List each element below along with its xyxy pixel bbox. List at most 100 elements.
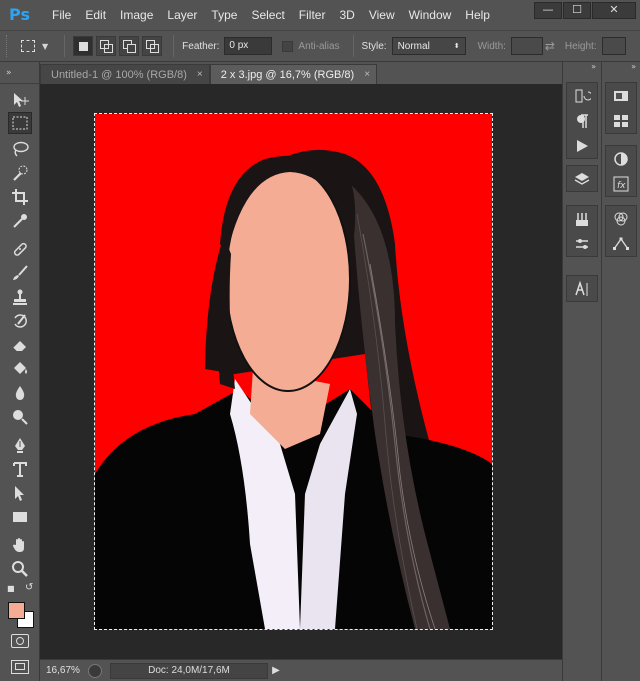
updown-icon: ⬍: [453, 43, 460, 50]
panel-group-7: [605, 205, 637, 257]
height-input[interactable]: [601, 37, 626, 55]
dodge-icon[interactable]: [8, 406, 32, 428]
antialias-checkbox[interactable]: [282, 40, 294, 52]
menu-file[interactable]: File: [45, 0, 78, 30]
menu-layer[interactable]: Layer: [160, 0, 204, 30]
panel-dock-right: » fx: [601, 62, 640, 681]
panel-dock-left: »: [562, 62, 600, 681]
status-bar: 16,67% Doc: 24,0M/17,6M ▶: [40, 659, 562, 681]
close-button[interactable]: ✕: [592, 2, 636, 19]
status-info-icon[interactable]: [88, 663, 102, 678]
photoshop-logo: Ps: [9, 5, 30, 24]
intersect-selection-button[interactable]: [142, 36, 163, 56]
zoom-level[interactable]: 16,67%: [40, 665, 88, 676]
width-input[interactable]: [510, 37, 543, 55]
marquee-icon[interactable]: [8, 112, 32, 134]
menu-view[interactable]: View: [362, 0, 402, 30]
menu-3d[interactable]: 3D: [332, 0, 361, 30]
brush-presets-icon[interactable]: [567, 206, 597, 231]
tool-preset-picker[interactable]: [18, 37, 38, 55]
portrait-image: [95, 114, 492, 629]
feather-label: Feather:: [182, 40, 220, 52]
style-label: Style:: [361, 40, 387, 52]
actions-play-icon[interactable]: [567, 133, 597, 158]
history-icon[interactable]: [567, 83, 597, 108]
layers-icon[interactable]: [567, 166, 597, 191]
document-tabs: Untitled-1 @ 100% (RGB/8) × 2 x 3.jpg @ …: [40, 62, 562, 84]
eyedropper-icon[interactable]: [8, 210, 32, 232]
paths-icon[interactable]: [606, 231, 636, 256]
crop-icon[interactable]: [8, 186, 32, 208]
blur-icon[interactable]: [8, 382, 32, 404]
minimize-button[interactable]: —: [534, 2, 562, 19]
character-icon[interactable]: [567, 276, 597, 301]
color-icon[interactable]: [606, 83, 636, 108]
screen-mode-icon[interactable]: [11, 660, 29, 674]
tools-collapse[interactable]: »: [0, 62, 39, 84]
tab-2x3-jpg[interactable]: 2 x 3.jpg @ 16,7% (RGB/8) ×: [209, 64, 378, 84]
tab-untitled-1[interactable]: Untitled-1 @ 100% (RGB/8) ×: [40, 64, 210, 84]
quick-select-icon[interactable]: [8, 162, 32, 184]
options-grip[interactable]: [6, 35, 10, 57]
path-select-icon[interactable]: [8, 482, 32, 504]
swap-colors-icon[interactable]: ↺: [25, 582, 33, 593]
feather-input[interactable]: 0 px: [224, 37, 273, 55]
swap-icon[interactable]: ⇄: [543, 39, 557, 53]
hand-icon[interactable]: [8, 534, 32, 556]
tab-label: Untitled-1 @ 100% (RGB/8): [51, 68, 187, 81]
adjustments-icon[interactable]: [606, 146, 636, 171]
healing-icon[interactable]: [8, 238, 32, 260]
menu-select[interactable]: Select: [244, 0, 291, 30]
paragraph-icon[interactable]: [567, 108, 597, 133]
width-label: Width:: [477, 40, 506, 52]
bucket-icon[interactable]: [8, 358, 32, 380]
panel-group-4: [566, 275, 598, 302]
style-select[interactable]: Normal ⬍: [391, 37, 466, 55]
maximize-button[interactable]: ☐: [563, 2, 591, 19]
panel-group-3: [566, 205, 598, 257]
menu-help[interactable]: Help: [458, 0, 497, 30]
status-menu-arrow[interactable]: ▶: [268, 663, 284, 679]
rect-marquee-icon: [21, 40, 35, 52]
new-selection-button[interactable]: [73, 36, 94, 56]
menu-window[interactable]: Window: [402, 0, 459, 30]
menu-filter[interactable]: Filter: [292, 0, 333, 30]
antialias-label: Anti-alias: [298, 40, 340, 52]
dock-collapse[interactable]: »: [563, 62, 600, 72]
panel-group-2: [566, 165, 598, 192]
pen-icon[interactable]: [8, 434, 32, 456]
close-icon[interactable]: ×: [364, 69, 370, 80]
stamp-icon[interactable]: [8, 286, 32, 308]
styles-fx-icon[interactable]: fx: [606, 171, 636, 196]
type-icon[interactable]: [8, 458, 32, 480]
brush-icon[interactable]: [8, 262, 32, 284]
lasso-icon[interactable]: [8, 138, 32, 160]
panel-group-5: [605, 82, 637, 134]
menu-image[interactable]: Image: [113, 0, 160, 30]
document-canvas[interactable]: [95, 114, 492, 629]
move-icon[interactable]: [8, 89, 32, 111]
default-colors-icon[interactable]: ■: [7, 584, 15, 593]
divider: [64, 35, 66, 57]
tools-panel: » ■ ↺: [0, 62, 40, 681]
close-icon[interactable]: ×: [197, 69, 203, 80]
brush-settings-icon[interactable]: [567, 231, 597, 256]
foreground-color-swatch[interactable]: [8, 602, 25, 619]
menu-type[interactable]: Type: [204, 0, 244, 30]
zoom-icon[interactable]: [8, 558, 32, 580]
canvas-area[interactable]: [40, 84, 562, 659]
shape-icon[interactable]: [8, 506, 32, 528]
eraser-icon[interactable]: [8, 334, 32, 356]
height-label: Height:: [564, 40, 597, 52]
subtract-selection-button[interactable]: [119, 36, 140, 56]
menu-edit[interactable]: Edit: [78, 0, 113, 30]
history-brush-icon[interactable]: [8, 310, 32, 332]
add-selection-button[interactable]: [96, 36, 117, 56]
quick-mask-icon[interactable]: [11, 634, 29, 648]
channels-icon[interactable]: [606, 206, 636, 231]
panel-group-6: fx: [605, 145, 637, 197]
dock-collapse[interactable]: »: [602, 62, 640, 72]
preset-dropdown-icon[interactable]: ▼: [42, 42, 48, 51]
swatches-icon[interactable]: [606, 108, 636, 133]
options-bar: ▼ Feather: 0 px Anti-alias Style: Normal…: [0, 30, 640, 62]
